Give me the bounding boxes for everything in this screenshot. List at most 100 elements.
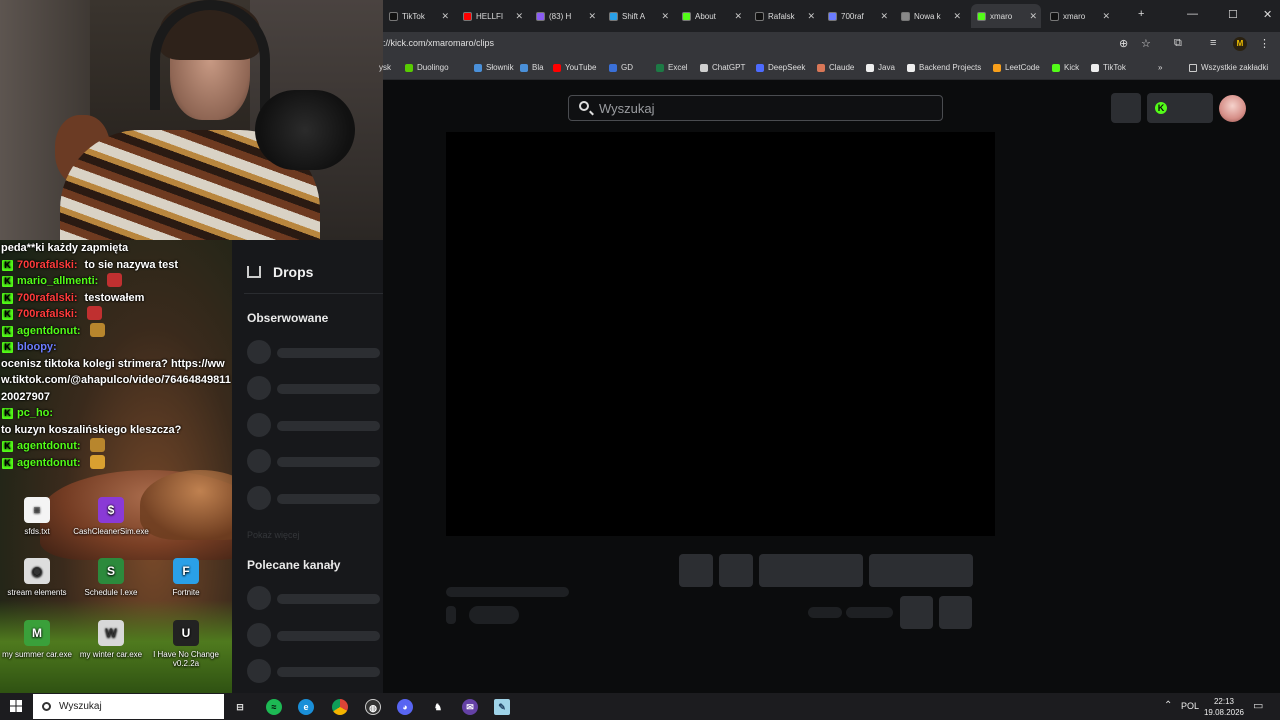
obs-icon[interactable]: ◍ bbox=[365, 699, 381, 715]
bookmark-favicon-icon bbox=[520, 63, 528, 72]
desktop-shortcut[interactable]: Wmy winter car.exe bbox=[71, 620, 151, 659]
task-view-icon[interactable]: ⊟ bbox=[232, 699, 248, 715]
microphone bbox=[255, 90, 355, 170]
tab-1[interactable]: HELLFI ✕ bbox=[457, 4, 527, 28]
clock[interactable]: 22:13 19.08.2026 bbox=[1200, 696, 1248, 718]
tab-favicon-icon bbox=[977, 11, 986, 21]
bookmark-item[interactable]: Kick bbox=[1052, 63, 1079, 72]
desktop-shortcut[interactable]: F Fortnite bbox=[146, 558, 226, 597]
desktop-shortcut[interactable]: ◉ stream elements bbox=[0, 558, 77, 597]
tab-close-icon[interactable]: ✕ bbox=[588, 11, 596, 22]
bookmark-label: GD bbox=[621, 63, 633, 72]
bookmark-item[interactable]: Bla bbox=[520, 63, 544, 72]
tray-chevron-up-icon[interactable]: ⌃ bbox=[1164, 700, 1172, 711]
maximize-button[interactable]: ☐ bbox=[1228, 8, 1238, 21]
tab-close-icon[interactable]: ✕ bbox=[661, 11, 669, 22]
bookmark-item[interactable]: Excel bbox=[656, 63, 688, 72]
chrome-icon[interactable] bbox=[332, 699, 348, 715]
skeleton-avatar bbox=[247, 623, 271, 647]
tab-favicon-icon bbox=[536, 11, 545, 21]
bookmark-item[interactable]: YouTube bbox=[553, 63, 596, 72]
desktop-shortcut[interactable]: U I Have No Change v0.2.2a bbox=[146, 620, 226, 668]
tab-5[interactable]: Rafalsk ✕ bbox=[749, 4, 819, 28]
notifications-icon[interactable]: ▭ bbox=[1253, 699, 1263, 712]
kick-search-input[interactable]: Wyszukaj bbox=[568, 95, 943, 121]
tab-close-icon[interactable]: ✕ bbox=[880, 11, 888, 22]
tab-close-icon[interactable]: ✕ bbox=[1029, 11, 1037, 22]
media-control-icon[interactable]: ≡ bbox=[1210, 37, 1216, 49]
bookmark-item[interactable]: Duolingo bbox=[405, 63, 449, 72]
chat-app-icon[interactable]: ✉ bbox=[462, 699, 478, 715]
skeleton-text bbox=[277, 348, 380, 358]
browser-menu-icon[interactable]: ⋮ bbox=[1259, 37, 1270, 50]
close-window-button[interactable]: ✕ bbox=[1263, 8, 1272, 21]
zoom-icon[interactable]: ⊕ bbox=[1119, 37, 1128, 50]
extensions-icon[interactable]: ⧉ bbox=[1174, 37, 1182, 50]
browser-profile-avatar[interactable]: M bbox=[1233, 37, 1247, 51]
new-tab-button[interactable]: + bbox=[1138, 8, 1144, 20]
all-bookmarks-button[interactable]: Wszystkie zakładki bbox=[1189, 63, 1268, 72]
minimize-button[interactable]: — bbox=[1187, 8, 1198, 20]
desktop-shortcut-label: my winter car.exe bbox=[79, 650, 143, 659]
tab-2[interactable]: (83) H ✕ bbox=[530, 4, 600, 28]
bookmark-star-icon[interactable]: ☆ bbox=[1141, 37, 1151, 50]
bookmark-item[interactable]: GD bbox=[609, 63, 633, 72]
chat-text: to sie nazywa test bbox=[84, 258, 179, 271]
bookmark-item[interactable]: Claude bbox=[817, 63, 854, 72]
desktop-app-icon: W bbox=[98, 620, 124, 646]
tab-close-icon[interactable]: ✕ bbox=[807, 11, 815, 22]
desktop-shortcut[interactable]: S Schedule I.exe bbox=[71, 558, 151, 597]
tab-0[interactable]: TikTok ✕ bbox=[383, 4, 453, 28]
taskbar-search-input[interactable]: Wyszukaj bbox=[33, 694, 224, 719]
bookmark-item[interactable]: Java bbox=[866, 63, 895, 72]
drops-link[interactable]: Drops bbox=[247, 264, 313, 280]
language-indicator[interactable]: POL bbox=[1181, 701, 1199, 711]
tab-3[interactable]: Shift A ✕ bbox=[603, 4, 673, 28]
skeleton-text bbox=[469, 606, 519, 624]
drops-label: Drops bbox=[273, 264, 314, 280]
notepad-icon[interactable]: ✎ bbox=[494, 699, 510, 715]
header-button-placeholder[interactable] bbox=[1111, 93, 1141, 123]
tab-close-icon[interactable]: ✕ bbox=[953, 11, 961, 22]
bookmarks-overflow-button[interactable]: » bbox=[1158, 63, 1162, 72]
tab-7[interactable]: Nowa k ✕ bbox=[895, 4, 965, 28]
tab-close-icon[interactable]: ✕ bbox=[441, 11, 449, 22]
desktop-shortcut[interactable]: ≡ sfds.txt bbox=[0, 497, 77, 536]
streamlabs-icon[interactable]: ♞ bbox=[430, 699, 446, 715]
bookmark-item[interactable]: TikTok bbox=[1091, 63, 1126, 72]
user-avatar[interactable] bbox=[1219, 95, 1246, 122]
skeleton-text bbox=[277, 594, 380, 604]
bookmark-item[interactable]: ChatGPT bbox=[700, 63, 745, 72]
tab-8[interactable]: xmaro ✕ bbox=[971, 4, 1041, 28]
windows-start-icon[interactable] bbox=[10, 700, 22, 712]
skeleton-text bbox=[277, 631, 380, 641]
tab-6[interactable]: 700raf ✕ bbox=[822, 4, 892, 28]
show-more-link[interactable]: Pokaż więcej bbox=[247, 530, 300, 540]
bookmark-item[interactable]: Backend Projects bbox=[907, 63, 981, 72]
desktop-shortcut[interactable]: $ CashCleanerSim.exe bbox=[71, 497, 151, 536]
bookmark-label: Duolingo bbox=[417, 63, 449, 72]
spotify-icon[interactable]: ≈ bbox=[266, 699, 282, 715]
tab-favicon-icon bbox=[901, 11, 910, 21]
tab-4[interactable]: About ✕ bbox=[676, 4, 746, 28]
tab-9[interactable]: xmaro ✕ bbox=[1044, 4, 1114, 28]
desktop-shortcut[interactable]: Mmy summer car.exe bbox=[0, 620, 77, 659]
video-player-placeholder[interactable] bbox=[446, 132, 995, 536]
bookmark-label: Bla bbox=[532, 63, 544, 72]
discord-icon[interactable]: ◕ bbox=[397, 699, 413, 715]
bookmark-item[interactable]: ysk bbox=[379, 63, 391, 72]
clock-time: 22:13 bbox=[1213, 697, 1235, 706]
skeleton-avatar bbox=[247, 376, 271, 400]
tab-close-icon[interactable]: ✕ bbox=[1102, 11, 1110, 22]
url-field[interactable]: ://kick.com/xmaromaro/clips bbox=[383, 38, 494, 48]
bookmark-favicon-icon bbox=[993, 63, 1001, 72]
tab-close-icon[interactable]: ✕ bbox=[734, 11, 742, 22]
bookmark-item[interactable]: DeepSeek bbox=[756, 63, 805, 72]
bookmark-item[interactable]: LeetCode bbox=[993, 63, 1040, 72]
skeleton-avatar bbox=[247, 413, 271, 437]
edge-icon[interactable]: e bbox=[298, 699, 314, 715]
bookmark-label: Java bbox=[878, 63, 895, 72]
kick-wallet-button[interactable]: K bbox=[1147, 93, 1213, 123]
bookmark-item[interactable]: Słownik bbox=[474, 63, 514, 72]
tab-close-icon[interactable]: ✕ bbox=[515, 11, 523, 22]
